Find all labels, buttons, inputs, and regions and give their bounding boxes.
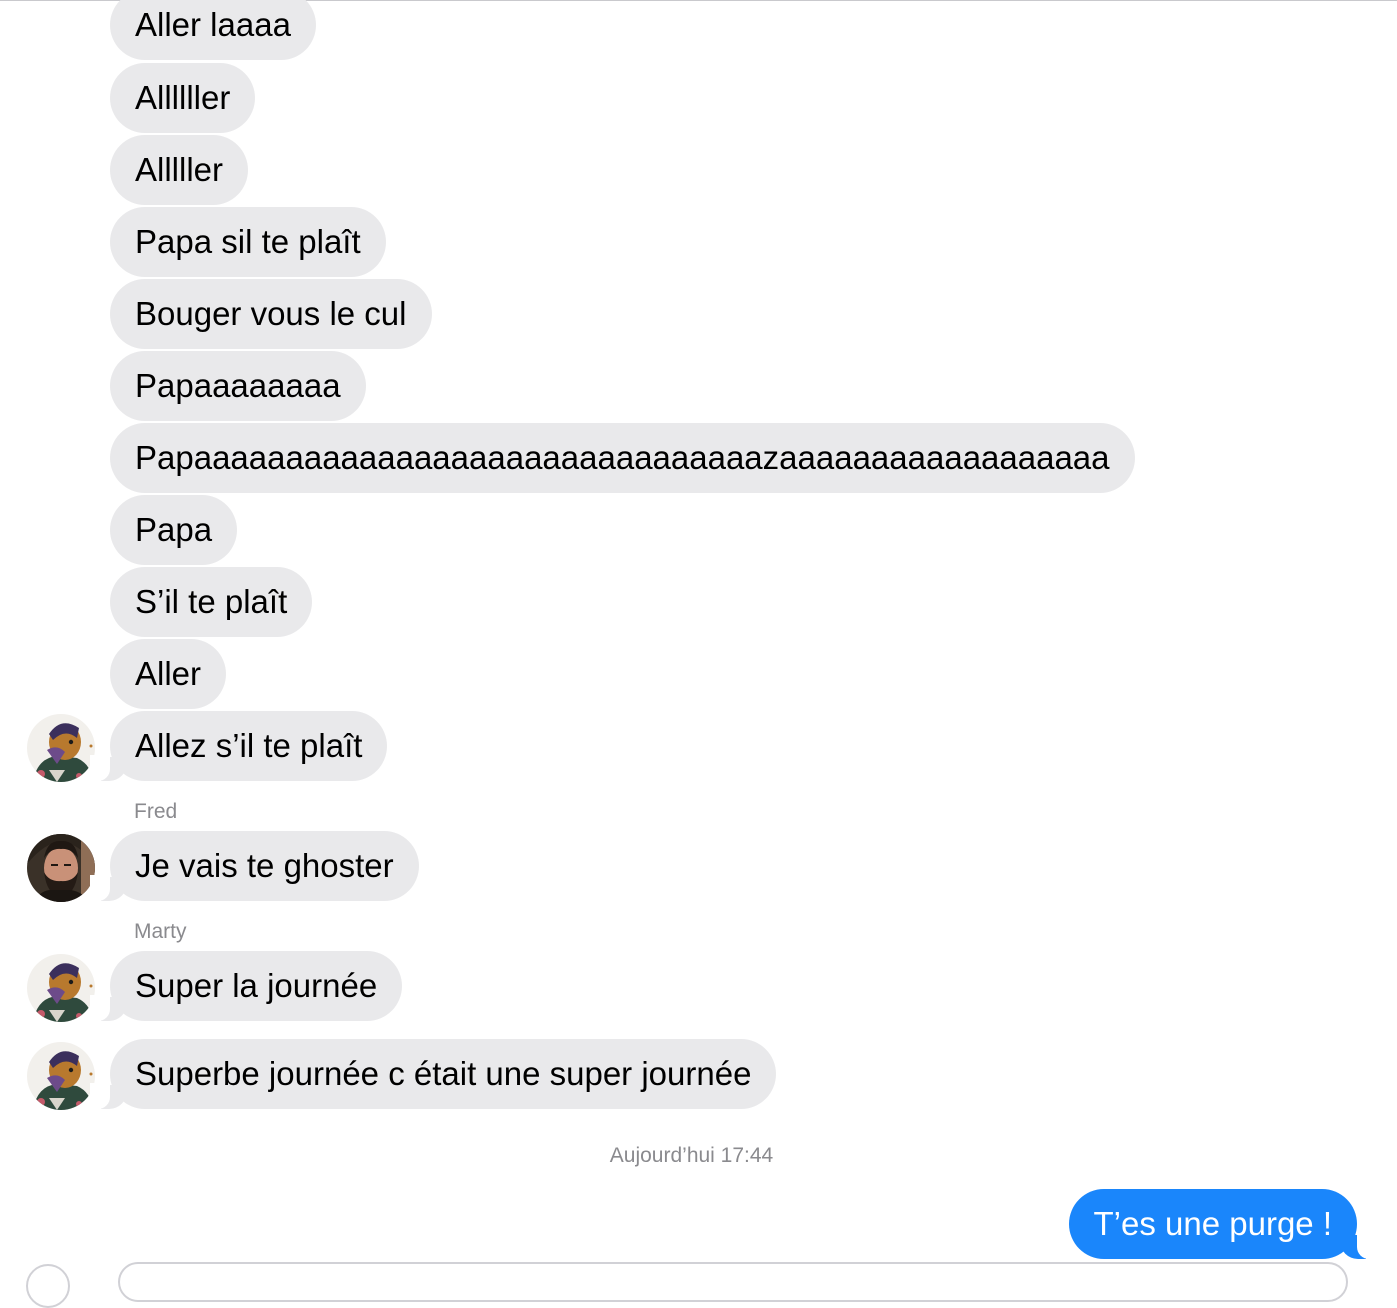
message-bubble[interactable]: Papa sil te plaît <box>110 207 386 277</box>
message-text: Bouger vous le cul <box>135 295 407 332</box>
message-text: Allllller <box>135 79 231 116</box>
message-text: Allez s’il te plaît <box>135 727 363 764</box>
sender-name: Marty <box>134 920 187 943</box>
camera-button[interactable] <box>26 1264 70 1308</box>
outgoing-message-bubble[interactable]: T’es une purge ! <box>1068 1189 1378 1259</box>
message-bubble[interactable]: Je vais te ghoster <box>90 831 419 901</box>
message-bubble[interactable]: S’il te plaît <box>110 567 313 637</box>
character-avatar-icon[interactable] <box>27 954 95 1022</box>
message-bubble[interactable]: Papaaaaaaaaaaaaaaaaaaaaaaaaaaaaaaazaaaaa… <box>110 423 1135 493</box>
message-text: Aller <box>135 655 202 692</box>
message-text: Papa sil te plaît <box>135 223 361 260</box>
message-bubble[interactable]: Papa <box>110 495 238 565</box>
message-text: Aller laaaa <box>135 6 291 43</box>
message-bubble[interactable]: Aller laaaa <box>110 0 316 60</box>
message-bubble[interactable]: Allllller <box>110 63 256 133</box>
message-text: Alllller <box>135 151 224 188</box>
message-text: Super la journée <box>135 967 378 1004</box>
message-bubble[interactable]: Super la journée <box>89 951 403 1021</box>
bearded-man-avatar[interactable] <box>27 834 95 902</box>
character-avatar-icon[interactable] <box>27 1042 95 1110</box>
message-text: Superbe journée c était une super journé… <box>135 1055 752 1092</box>
message-bubble[interactable]: Alllller <box>110 135 249 205</box>
message-bubble[interactable]: Bouger vous le cul <box>110 279 432 349</box>
message-text: Papa <box>135 511 213 548</box>
sender-name: Fred <box>134 800 178 823</box>
message-text: Je vais te ghoster <box>135 847 394 884</box>
message-input[interactable] <box>118 1262 1348 1302</box>
message-bubble[interactable]: Papaaaaaaaa <box>110 351 366 421</box>
message-text: T’es une purge ! <box>1093 1205 1332 1242</box>
message-bubble[interactable]: Superbe journée c était une super journé… <box>89 1039 777 1109</box>
message-text: Papaaaaaaaaaaaaaaaaaaaaaaaaaaaaaaazaaaaa… <box>135 439 1110 476</box>
character-avatar-icon[interactable] <box>27 714 95 782</box>
message-text: Papaaaaaaaa <box>135 367 341 404</box>
message-bubble[interactable]: Aller <box>110 639 227 709</box>
message-text: S’il te plaît <box>135 583 288 620</box>
message-bubble[interactable]: Allez s’il te plaît <box>89 711 388 781</box>
message-timestamp: Aujourd’hui 17:44 <box>609 1144 774 1167</box>
